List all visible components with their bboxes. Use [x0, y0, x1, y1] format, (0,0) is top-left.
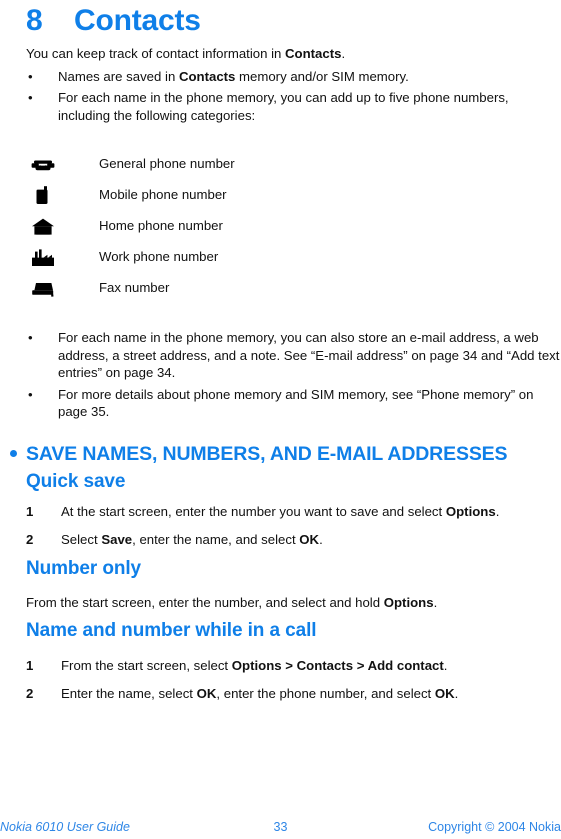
intro-text-c: .	[341, 46, 346, 61]
number-only-para-frag-0: From the start screen, enter the number,…	[26, 595, 384, 610]
quick-save-1-frag-0: Select	[61, 531, 102, 547]
name-number-step-number: 2	[26, 685, 34, 701]
section-heading: SAVE NAMES, NUMBERS, AND E-MAIL ADDRESSE…	[10, 443, 561, 466]
chapter-number: 8	[26, 4, 43, 37]
quick-save-step: 2 Select Save, enter the name, and select…	[26, 531, 561, 549]
name-number-0-frag-0: From the start screen, select	[61, 658, 232, 673]
post-bullet-item: • For each name in the phone memory, you …	[26, 329, 561, 382]
intro-bullet-list: • Names are saved in Contacts memory and/…	[26, 68, 561, 125]
bullet-dot-icon: •	[28, 68, 33, 84]
post-bullet-item-text: For each name in the phone memory, you c…	[58, 330, 559, 380]
name-number-1-frag-2: , enter the phone number, and select	[216, 685, 435, 701]
bullet-dot-icon: •	[28, 386, 33, 402]
page-title: 8 Contacts	[26, 0, 201, 42]
name-number-step-text: Enter the name, select OK, enter the pho…	[61, 686, 458, 701]
quick-save-0-frag-0: At the start screen, enter the number yo…	[61, 504, 446, 519]
bullet-dot-icon: •	[28, 330, 33, 345]
paragraph-number-only: From the start screen, enter the number,…	[26, 594, 561, 612]
name-number-step-number: 1	[26, 658, 34, 673]
page-footer: Nokia 6010 User Guide 33 Copyright © 200…	[0, 820, 561, 839]
telephone-icon	[30, 154, 99, 174]
number-type-label: Home phone number	[99, 218, 223, 233]
number-type-label: Mobile phone number	[99, 187, 227, 202]
intro-block: You can keep track of contact informatio…	[26, 45, 561, 128]
intro-text-a: You can keep track of contact informatio…	[26, 46, 286, 61]
quick-save-1-frag-2: , enter the name, and select	[132, 531, 300, 547]
footer-copyright: Copyright © 2004 Nokia	[428, 820, 561, 834]
post-bullet-1-frag-0: For more details about phone memory and …	[58, 386, 534, 420]
intro-text-bold: Contacts	[285, 46, 342, 61]
mobile-phone-icon	[30, 185, 99, 205]
intro-bullet-0-frag-1: Contacts	[178, 68, 236, 84]
bullet-dot-icon: •	[28, 90, 33, 105]
name-number-1-frag-1: OK	[196, 685, 217, 701]
name-number-0-frag-1: Options > Contacts > Add contact	[231, 658, 444, 673]
section-bullet-icon	[10, 450, 17, 457]
section-heading-text: SAVE NAMES, NUMBERS, AND E-MAIL ADDRESSE…	[26, 443, 508, 465]
intro-bullet-item-text: For each name in the phone memory, you c…	[58, 90, 509, 123]
name-number-1-frag-3: OK	[434, 685, 455, 701]
post-bullet-item: • For more details about phone memory and…	[26, 386, 561, 421]
quick-save-step-text: Select Save, enter the name, and select …	[61, 532, 323, 547]
quick-save-1-frag-3: OK	[299, 531, 320, 547]
manual-page: 8 Contacts You can keep track of contact…	[0, 0, 561, 839]
name-number-step: 2 Enter the name, select OK, enter the ph…	[26, 685, 561, 703]
number-type-row: Work phone number	[30, 241, 450, 272]
steps-name-and-number: 1 From the start screen, select Options >…	[26, 657, 561, 712]
post-bullet-0-frag-0: For each name in the phone memory, you c…	[58, 330, 560, 380]
quick-save-0-frag-1: Options	[445, 504, 496, 519]
name-number-1-frag-0: Enter the name, select	[61, 685, 197, 701]
quick-save-0-frag-2: .	[495, 504, 500, 519]
quick-save-step-text: At the start screen, enter the number yo…	[61, 504, 499, 519]
name-number-1-frag-4: .	[454, 685, 459, 701]
fax-machine-icon	[30, 278, 99, 298]
steps-quick-save: 1 At the start screen, enter the number y…	[26, 503, 561, 558]
house-icon	[30, 216, 99, 236]
intro-bullet-item: • Names are saved in Contacts memory and/…	[26, 68, 561, 86]
post-bullet-list: • For each name in the phone memory, you …	[26, 329, 561, 421]
number-type-row: Home phone number	[30, 210, 450, 241]
number-type-label: Work phone number	[99, 249, 219, 264]
number-type-label: Fax number	[99, 280, 170, 295]
number-only-para-frag-1: Options	[383, 595, 434, 610]
intro-bullet-1-frag-0: For each name in the phone memory, you c…	[58, 90, 509, 123]
intro-bullet-0-frag-2: memory and/or SIM memory.	[235, 68, 409, 84]
name-number-step-text: From the start screen, select Options > …	[61, 658, 447, 673]
subheading-number-only: Number only	[26, 558, 142, 579]
quick-save-1-frag-1: Save	[101, 531, 133, 547]
intro-paragraph: You can keep track of contact informatio…	[26, 45, 561, 63]
intro-bullet-0-frag-0: Names are saved in	[58, 68, 179, 84]
name-number-0-frag-2: .	[443, 658, 448, 673]
post-legend-block: • For each name in the phone memory, you …	[26, 329, 561, 425]
number-type-row: Fax number	[30, 272, 450, 303]
subheading-name-and-number: Name and number while in a call	[26, 620, 317, 641]
factory-icon	[30, 247, 99, 267]
intro-bullet-item: • For each name in the phone memory, you …	[26, 89, 561, 124]
number-type-row: Mobile phone number	[30, 179, 450, 210]
quick-save-1-frag-4: .	[319, 531, 323, 547]
name-number-step: 1 From the start screen, select Options >…	[26, 657, 561, 675]
intro-bullet-item-text: Names are saved in Contacts memory and/o…	[58, 69, 409, 84]
subheading-quick-save: Quick save	[26, 471, 126, 492]
number-type-label: General phone number	[99, 156, 235, 171]
quick-save-step-number: 1	[26, 504, 34, 519]
post-bullet-item-text: For more details about phone memory and …	[58, 387, 533, 420]
number-type-row: General phone number	[30, 148, 450, 179]
number-only-para-frag-2: .	[433, 595, 438, 610]
chapter-name: Contacts	[74, 4, 201, 37]
quick-save-step-number: 2	[26, 531, 34, 547]
number-type-legend: General phone number Mobile phone number H…	[30, 148, 450, 303]
quick-save-step: 1 At the start screen, enter the number y…	[26, 503, 561, 521]
